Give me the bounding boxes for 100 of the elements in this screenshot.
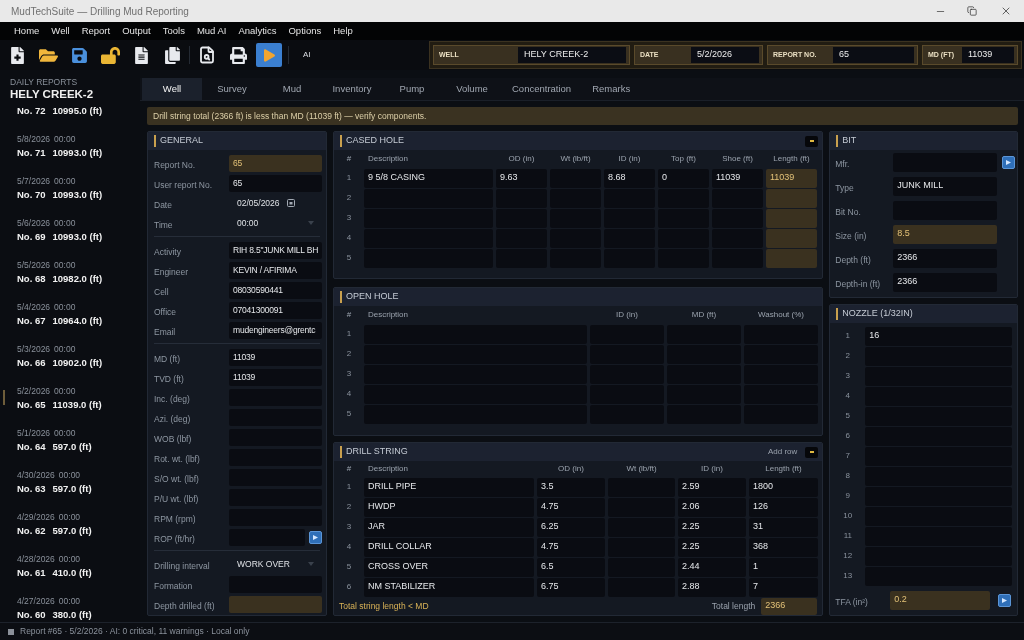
table-cell[interactable]: 6.5 <box>537 557 605 577</box>
report-list-item[interactable]: 5/1/2026 00:00 No. 64 597.0 (ft) <box>0 426 132 454</box>
tab[interactable]: Inventory <box>322 78 382 100</box>
table-cell[interactable] <box>766 248 817 268</box>
add-row-button[interactable]: Add row <box>767 446 798 458</box>
report-list-item[interactable]: 4/27/2026 00:00 No. 60 380.0 (ft) <box>0 594 132 622</box>
report-list-item[interactable]: 4/29/2026 00:00 No. 62 597.0 (ft) <box>0 510 132 538</box>
row-number: 1 <box>345 481 353 493</box>
table-cell[interactable]: 4.75 <box>537 537 605 557</box>
table-cell[interactable]: 6.25 <box>537 517 605 537</box>
tab[interactable]: Volume <box>442 78 502 100</box>
text-field[interactable]: 65 <box>229 154 322 172</box>
table-cell[interactable]: 126 <box>749 497 818 517</box>
tab[interactable]: Well <box>142 78 202 100</box>
report-list-item[interactable]: 5/6/2026 00:00 No. 69 10993.0 (ft) <box>0 216 132 244</box>
table-cell[interactable]: 31 <box>749 517 818 537</box>
text-field[interactable] <box>229 595 322 613</box>
ai-button[interactable]: AI <box>295 44 319 66</box>
tab[interactable]: Remarks <box>581 78 642 100</box>
table-cell[interactable]: CROSS OVER <box>364 557 534 577</box>
text-field[interactable]: 11039 <box>229 368 322 386</box>
table-cell[interactable]: 1 <box>749 557 818 577</box>
table-cell[interactable]: DRILL PIPE <box>364 477 534 497</box>
report-list-item[interactable]: 5/2/2026 00:00 No. 65 11039.0 (ft) <box>0 384 132 412</box>
table-cell[interactable]: 7 <box>749 577 818 597</box>
table-cell[interactable]: JAR <box>364 517 534 537</box>
report-list-item[interactable]: 5/5/2026 00:00 No. 68 10982.0 (ft) <box>0 258 132 286</box>
table-cell[interactable]: 0 <box>658 168 709 188</box>
text-field[interactable]: 5/2/2026 <box>691 47 759 63</box>
text-field[interactable]: mudengineers@grentc <box>229 321 322 339</box>
tab[interactable]: Mud <box>262 78 322 100</box>
copy-icon <box>164 46 180 64</box>
table-cell[interactable]: 9.63 <box>496 168 547 188</box>
table-cell[interactable] <box>766 228 817 248</box>
menu-item[interactable]: Mud AI <box>190 22 233 40</box>
menu-item[interactable]: Report <box>75 22 117 40</box>
report-list-item[interactable]: 4/30/2026 00:00 No. 63 597.0 (ft) <box>0 468 132 496</box>
menu-item[interactable]: Tools <box>156 22 191 40</box>
restore-icon <box>967 6 977 16</box>
text-field[interactable]: 11039 <box>229 348 322 366</box>
table-cell[interactable]: 2.25 <box>678 517 746 537</box>
collapse-button[interactable] <box>805 446 819 458</box>
table-cell[interactable] <box>766 188 817 208</box>
table-cell[interactable]: 8.68 <box>604 168 655 188</box>
menu-item[interactable]: Well <box>45 22 76 40</box>
menu-item[interactable]: Home <box>8 22 46 40</box>
text-field[interactable]: 11039 <box>962 47 1014 63</box>
report-list-item[interactable]: 5/7/2026 00:00 No. 70 10993.0 (ft) <box>0 174 132 202</box>
text-field[interactable]: RIH 8.5"JUNK MILL BH <box>229 241 322 259</box>
time-field[interactable]: 00:00 <box>229 214 322 232</box>
report-list-item[interactable]: 5/4/2026 00:00 No. 67 10964.0 (ft) <box>0 300 132 328</box>
text-field[interactable]: 8.5 <box>893 224 998 244</box>
text-field[interactable]: 0.2 <box>890 590 991 610</box>
menu-item[interactable]: Analytics <box>232 22 283 40</box>
text-field[interactable]: 2366 <box>893 248 998 268</box>
table-cell[interactable]: DRILL COLLAR <box>364 537 534 557</box>
table-cell[interactable]: NM STABILIZER <box>364 577 534 597</box>
dropdown-field[interactable]: WORK OVER <box>229 555 322 573</box>
table-cell[interactable]: HWDP <box>364 497 534 517</box>
table-cell[interactable]: 2.59 <box>678 477 746 497</box>
text-field[interactable]: 65 <box>229 174 322 192</box>
report-list-item[interactable]: No. 72 10995.0 (ft) <box>0 104 132 118</box>
table-cell[interactable]: 6.75 <box>537 577 605 597</box>
text-field[interactable]: HELY CREEK-2 <box>518 47 626 63</box>
collapse-button[interactable] <box>805 135 819 147</box>
text-field[interactable]: 2366 <box>761 597 818 615</box>
table-cell[interactable] <box>766 208 817 228</box>
menu-item[interactable]: Output <box>116 22 157 40</box>
table-cell[interactable]: 11039 <box>712 168 763 188</box>
tab[interactable]: Pump <box>382 78 442 100</box>
report-list-item[interactable]: 4/28/2026 00:00 No. 61 410.0 (ft) <box>0 552 132 580</box>
table-cell[interactable]: 4.75 <box>537 497 605 517</box>
menu-item[interactable]: Options <box>282 22 328 40</box>
table-cell[interactable]: 2.44 <box>678 557 746 577</box>
table-cell[interactable]: 2.06 <box>678 497 746 517</box>
text-field[interactable]: 16 <box>865 326 1013 346</box>
report-list-item[interactable]: 5/3/2026 00:00 No. 66 10902.0 (ft) <box>0 342 132 370</box>
table-cell[interactable]: 3.5 <box>537 477 605 497</box>
text-field[interactable]: 65 <box>833 47 914 63</box>
table-cell[interactable]: 9 5/8 CASING <box>364 168 493 188</box>
text-field[interactable]: KEVIN / AFIRIMA <box>229 261 322 279</box>
text-field[interactable]: 2366 <box>893 272 998 292</box>
table-cell[interactable]: 11039 <box>766 168 817 188</box>
date-field[interactable]: 02/05/2026 <box>229 194 322 212</box>
tab[interactable]: Concentration <box>502 78 582 100</box>
table-cell[interactable]: 368 <box>749 537 818 557</box>
text-field[interactable]: 08030590441 <box>229 281 322 299</box>
table-cell[interactable]: 1800 <box>749 477 818 497</box>
text-field[interactable]: 07041300091 <box>229 301 322 319</box>
report-list-item[interactable]: 5/8/2026 00:00 No. 71 10993.0 (ft) <box>0 132 132 160</box>
run-button[interactable] <box>309 530 322 544</box>
text-field[interactable]: JUNK MILL <box>893 176 998 196</box>
tab[interactable]: Survey <box>202 78 262 100</box>
run-button[interactable] <box>998 593 1012 607</box>
field-label: Formation <box>154 581 193 591</box>
table-cell[interactable]: 2.25 <box>678 537 746 557</box>
run-button[interactable] <box>1002 155 1016 169</box>
table-cell[interactable]: 2.88 <box>678 577 746 597</box>
menu-item[interactable]: Help <box>327 22 359 40</box>
row-number: 6 <box>345 581 353 593</box>
